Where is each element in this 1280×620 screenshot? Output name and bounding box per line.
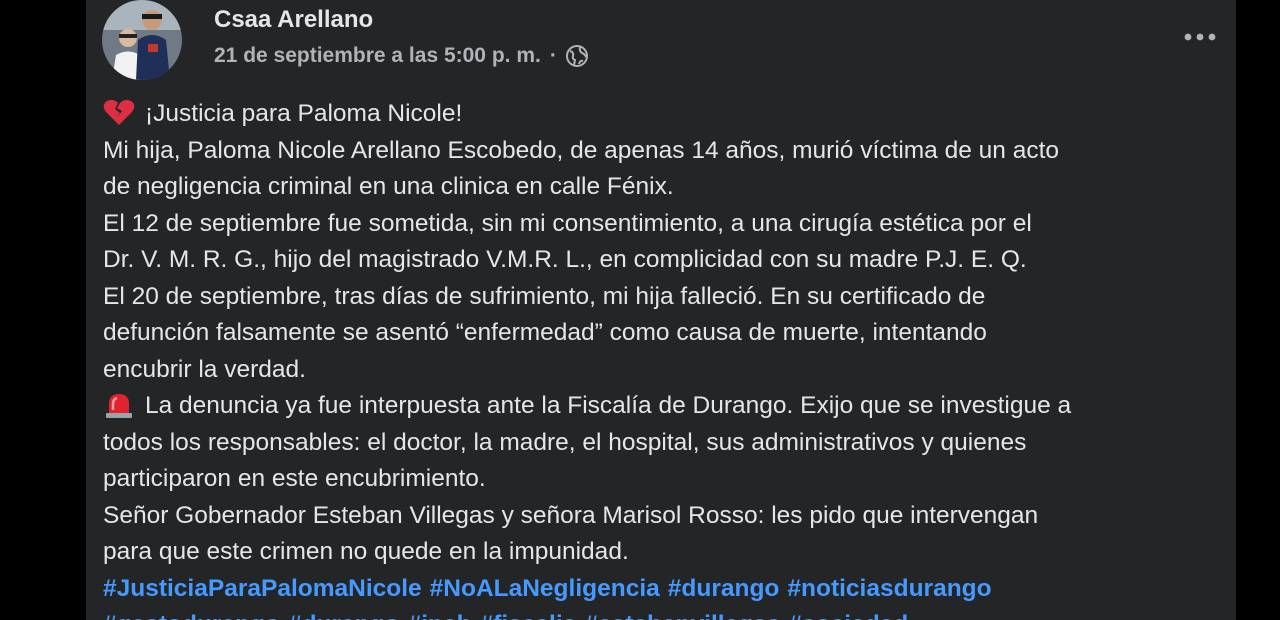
post-line: Señor Gobernador Esteban Villegas y seño…: [103, 501, 1039, 529]
hashtag-link[interactable]: #noticiasdurango: [787, 575, 991, 602]
hashtag-link[interactable]: #NoALaNegligencia: [430, 575, 660, 602]
post-header: Csaa Arellano 21 de septiembre a las 5:0…: [102, 0, 1220, 90]
post-line: encubrir la verdad.: [103, 355, 306, 383]
post-line: Mi hija, Paloma Nicole Arellano Escobedo…: [103, 136, 1060, 164]
post-line: La denuncia ya fue interpuesta ante la F…: [103, 388, 1223, 425]
post-line: participaron en este encubrimiento.: [103, 465, 486, 492]
profile-photo: [102, 0, 182, 80]
author-name[interactable]: Csaa Arellano: [214, 6, 373, 34]
hashtag-link[interactable]: #estebanvillegas: [584, 611, 780, 620]
hashtag-link[interactable]: #gestodurango: [103, 611, 280, 620]
hashtag-link[interactable]: #sociedad: [788, 611, 908, 620]
post-line-text: ¡Justicia para Paloma Nicole!: [145, 100, 463, 127]
hashtags-cut-off: #gestodurango #durango #inah #fiscalia #este…: [103, 607, 1223, 620]
post-line: todos los responsables: el doctor, la ma…: [103, 428, 1027, 456]
post-meta: 21 de septiembre a las 5:00 p. m. ·: [214, 44, 589, 68]
post-line-text: La denuncia ya fue interpuesta ante la F…: [145, 392, 1072, 419]
more-horizontal-icon[interactable]: [1180, 22, 1220, 52]
post-line: de negligencia criminal en una clinica e…: [103, 173, 674, 200]
hashtag-link[interactable]: #durango: [668, 575, 780, 602]
avatar[interactable]: [102, 0, 182, 80]
post-line: Dr. V. M. R. G., hijo del magistrado V.M…: [103, 246, 1027, 273]
post-line: defunción falsamente se asentó “enfermed…: [103, 319, 987, 346]
meta-separator: ·: [549, 44, 557, 67]
hashtag-link[interactable]: #inah: [408, 611, 472, 620]
hashtag-link[interactable]: #durango: [288, 611, 400, 620]
globe-icon[interactable]: [565, 44, 589, 68]
post-card: Csaa Arellano 21 de septiembre a las 5:0…: [86, 0, 1236, 620]
hashtags: #JusticiaParaPalomaNicole #NoALaNegligenc…: [103, 571, 1223, 608]
post-line: El 20 de septiembre, tras días de sufrim…: [103, 282, 986, 310]
post-line: El 12 de septiembre fue sometida, sin mi…: [103, 209, 1032, 237]
post-line: ¡Justicia para Paloma Nicole!: [103, 96, 1223, 133]
hashtag-link[interactable]: #JusticiaParaPalomaNicole: [103, 575, 422, 602]
broken-heart-icon: [103, 98, 135, 126]
post-timestamp[interactable]: 21 de septiembre a las 5:00 p. m.: [214, 44, 541, 68]
post-line: para que este crimen no quede en la impu…: [103, 538, 629, 565]
siren-icon: [103, 390, 135, 418]
post-text: ¡Justicia para Paloma Nicole! Mi hija, P…: [103, 96, 1223, 620]
hashtag-link[interactable]: #fiscalia: [480, 611, 577, 620]
